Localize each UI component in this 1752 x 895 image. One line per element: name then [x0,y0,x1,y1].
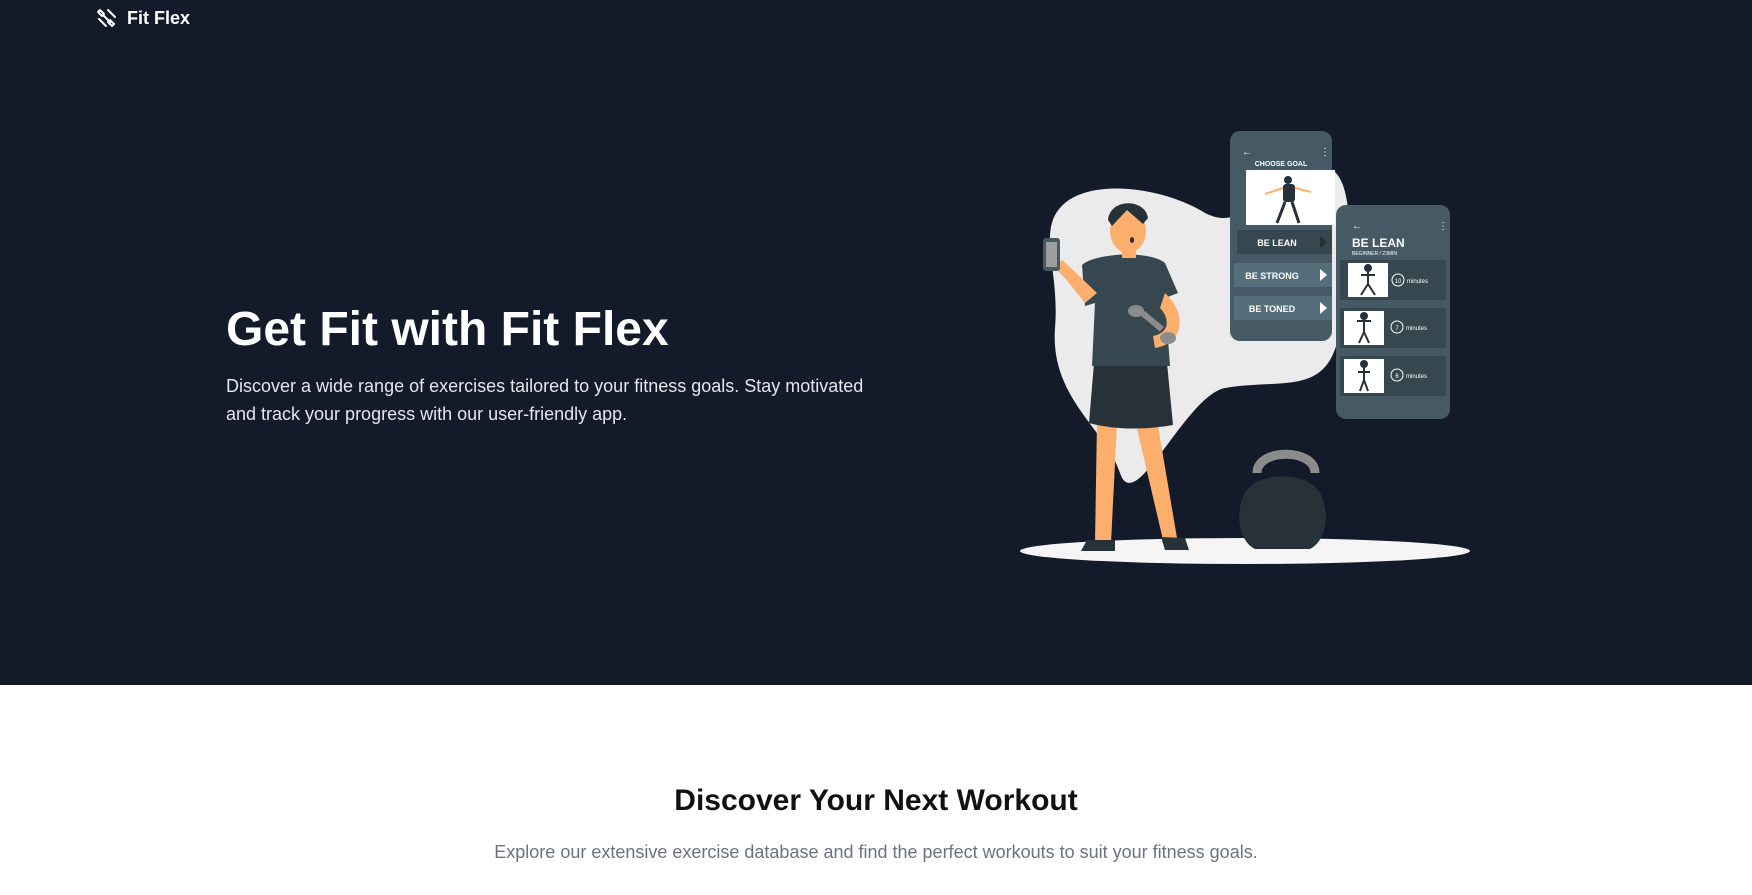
be-lean-title: BE LEAN [1352,236,1405,250]
goal-option-strong: BE STRONG [1245,271,1299,281]
svg-text:⋮: ⋮ [1320,147,1330,158]
be-lean-subtitle: BEGINNER / 23MIN [1352,251,1397,257]
workout-3-unit: minutes [1406,374,1427,380]
hero-illustration: ← ⋮ CHOOSE GOAL BE LEAN BE STRONG BE TON… [1015,128,1475,568]
choose-goal-header: CHOOSE GOAL [1255,161,1308,168]
dumbbell-icon[interactable] [95,6,119,30]
svg-text:←: ← [1352,221,1362,232]
hero-section: Fit Flex Get Fit with Fit Flex Discover … [0,0,1752,685]
workout-1-minutes: 10 [1395,279,1402,285]
discover-title: Discover Your Next Workout [674,784,1078,817]
hero-text: Get Fit with Fit Flex Discover a wide ra… [226,298,886,428]
discover-description: Explore our extensive exercise database … [494,842,1258,862]
discover-section: Discover Your Next Workout Explore our e… [0,685,1752,895]
brand-name[interactable]: Fit Flex [127,8,190,29]
hero-title: Get Fit with Fit Flex [226,303,669,356]
workout-1-unit: minutes [1407,279,1428,285]
navbar: Fit Flex [95,6,190,30]
svg-text:⋮: ⋮ [1438,221,1448,232]
svg-text:←: ← [1242,147,1252,158]
kettlebell-icon [1239,449,1326,549]
hero-description: Discover a wide range of exercises tailo… [226,376,864,424]
phone-be-lean: ← ⋮ BE LEAN BEGINNER / 23MIN 10 minutes … [1336,205,1450,419]
workout-2-unit: minutes [1406,326,1427,332]
goal-option-toned: BE TONED [1249,304,1296,314]
phone-choose-goal: ← ⋮ CHOOSE GOAL BE LEAN BE STRONG BE TON… [1230,131,1335,341]
goal-option-lean: BE LEAN [1257,238,1297,248]
